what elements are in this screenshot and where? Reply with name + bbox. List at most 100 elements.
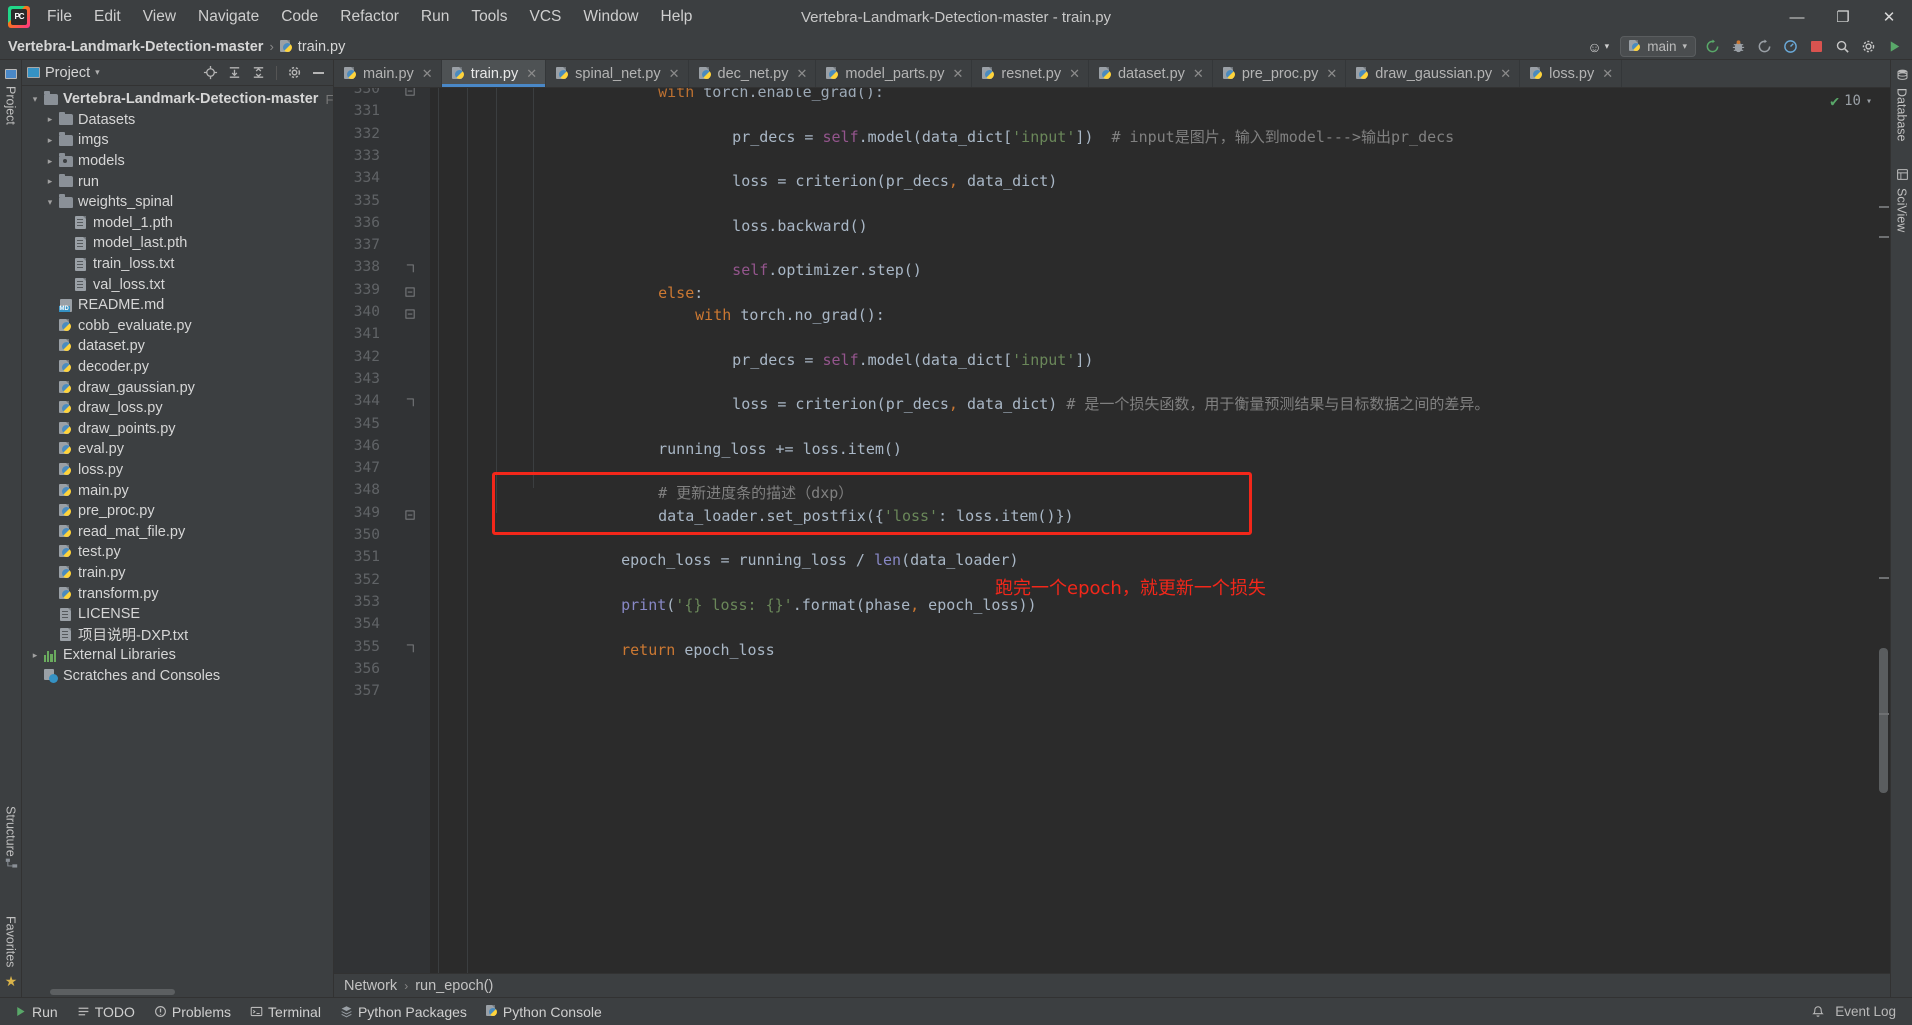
tree-item-read_mat_file.py[interactable]: read_mat_file.py (22, 521, 333, 542)
status-problems-button[interactable]: Problems (146, 1001, 239, 1023)
code-line[interactable]: with torch.no_grad(): (695, 304, 885, 326)
expand-all-icon[interactable] (225, 63, 244, 82)
close-icon[interactable]: ✕ (796, 66, 807, 82)
status-python-packages-button[interactable]: Python Packages (332, 1001, 475, 1023)
tree-item-scratchesandconsoles[interactable]: Scratches and Consoles (22, 666, 333, 687)
close-icon[interactable]: ✕ (1500, 66, 1511, 82)
hide-panel-icon[interactable] (309, 63, 328, 82)
close-icon[interactable]: ✕ (526, 66, 537, 82)
menu-item-window[interactable]: Window (572, 3, 649, 31)
gear-icon[interactable] (285, 63, 304, 82)
editor-tab-dataset[interactable]: dataset.py ✕ (1089, 60, 1213, 87)
tree-item-eval.py[interactable]: eval.py (22, 439, 333, 460)
maximize-button[interactable]: ❐ (1820, 0, 1866, 34)
editor-scrollbar[interactable] (1877, 88, 1890, 973)
tree-item-train_loss.txt[interactable]: train_loss.txt (22, 254, 333, 275)
rail-label-favorites[interactable]: Favorites (4, 916, 18, 967)
inspection-widget[interactable]: ✔ 10 ▾ (1830, 92, 1872, 110)
tree-item-cobb_evaluate.py[interactable]: cobb_evaluate.py (22, 316, 333, 337)
tree-item-draw_points.py[interactable]: draw_points.py (22, 419, 333, 440)
tree-item-draw_loss.py[interactable]: draw_loss.py (22, 398, 333, 419)
tree-item-transform.py[interactable]: transform.py (22, 583, 333, 604)
scrollbar-thumb[interactable] (50, 989, 175, 995)
collapse-all-icon[interactable] (249, 63, 268, 82)
fold-end-icon[interactable] (405, 643, 416, 655)
code-line[interactable]: data_loader.set_postfix({'loss': loss.it… (658, 505, 1073, 527)
menu-item-file[interactable]: File (36, 3, 83, 31)
code-content[interactable]: 跑完一个epoch，就更新一个损失 ✔ 10 ▾ with torch.enab… (430, 88, 1890, 973)
run-coverage-icon[interactable] (1754, 37, 1774, 57)
sciview-icon[interactable] (1894, 166, 1910, 182)
code-line[interactable]: running_loss += loss.item() (658, 438, 902, 460)
editor-tab-pre_proc[interactable]: pre_proc.py ✕ (1213, 60, 1347, 87)
tree-item-dataset.py[interactable]: dataset.py (22, 336, 333, 357)
run-configuration-selector[interactable]: main ▾ (1620, 36, 1696, 57)
menu-item-tools[interactable]: Tools (460, 3, 518, 31)
status-terminal-button[interactable]: Terminal (242, 1001, 329, 1023)
favorites-star-icon[interactable]: ★ (3, 973, 19, 989)
tree-item-models[interactable]: ▸ models (22, 151, 333, 172)
event-log-label[interactable]: Event Log (1835, 1004, 1896, 1019)
debug-icon[interactable] (1728, 37, 1748, 57)
project-title-caret-icon[interactable]: ▾ (95, 67, 100, 78)
user-account-button[interactable]: ☺ ▾ (1582, 37, 1614, 57)
rerun-icon[interactable] (1702, 37, 1722, 57)
code-line[interactable]: epoch_loss = running_loss / len(data_loa… (621, 549, 1018, 571)
tree-item-imgs[interactable]: ▸ imgs (22, 130, 333, 151)
search-icon[interactable] (1832, 37, 1852, 57)
close-icon[interactable]: ✕ (1193, 66, 1204, 82)
tree-item-run[interactable]: ▸ run (22, 171, 333, 192)
menu-item-code[interactable]: Code (270, 3, 329, 31)
chevron-right-icon[interactable]: ▸ (28, 650, 42, 661)
rail-label-project[interactable]: Project (4, 86, 18, 125)
fold-collapse-icon[interactable] (405, 510, 416, 521)
stripe-marker[interactable] (1879, 713, 1889, 715)
status-todo-button[interactable]: TODO (69, 1001, 143, 1023)
rail-label-sciview[interactable]: SciView (1895, 188, 1909, 232)
breadcrumb-project[interactable]: Vertebra-Landmark-Detection-master (8, 39, 263, 55)
editor-tab-loss[interactable]: loss.py ✕ (1520, 60, 1623, 87)
menu-item-view[interactable]: View (132, 3, 187, 31)
tree-item-model_last.pth[interactable]: model_last.pth (22, 233, 333, 254)
code-line[interactable]: self.optimizer.step() (732, 259, 922, 281)
chevron-right-icon[interactable]: ▸ (43, 135, 57, 146)
inspection-caret-icon[interactable]: ▾ (1866, 96, 1872, 107)
fold-collapse-icon[interactable] (405, 287, 416, 298)
rail-label-structure[interactable]: Structure (4, 806, 18, 857)
code-line[interactable]: loss.backward() (732, 215, 867, 237)
menu-item-refactor[interactable]: Refactor (329, 3, 410, 31)
close-button[interactable]: ✕ (1866, 0, 1912, 34)
tree-item--dxp.txt[interactable]: 项目说明-DXP.txt (22, 624, 333, 645)
code-line[interactable]: print('{} loss: {}'.format(phase, epoch_… (621, 594, 1036, 616)
chevron-right-icon[interactable]: ▸ (43, 176, 57, 187)
chevron-down-icon[interactable]: ▾ (28, 94, 42, 105)
code-line[interactable]: # 更新进度条的描述（dxp） (658, 482, 853, 504)
tree-item-vertebra-landmark-detection-master[interactable]: ▾ Vertebra-Landmark-Detection-master F:\py… (22, 89, 333, 110)
profile-icon[interactable] (1780, 37, 1800, 57)
project-horizontal-scrollbar[interactable] (22, 986, 333, 997)
menu-item-vcs[interactable]: VCS (519, 3, 573, 31)
menu-item-help[interactable]: Help (650, 3, 704, 31)
tree-item-pre_proc.py[interactable]: pre_proc.py (22, 501, 333, 522)
close-icon[interactable]: ✕ (953, 66, 964, 82)
breadcrumb-method[interactable]: run_epoch() (415, 978, 493, 994)
editor-tab-spinal_net[interactable]: spinal_net.py ✕ (546, 60, 689, 87)
breadcrumb-class[interactable]: Network (344, 978, 397, 994)
code-line[interactable]: pr_decs = self.model(data_dict['input'])… (732, 126, 1454, 148)
close-icon[interactable]: ✕ (1069, 66, 1080, 82)
editor-tab-main[interactable]: main.py ✕ (334, 60, 442, 87)
code-line[interactable]: return epoch_loss (621, 639, 775, 661)
tree-item-license[interactable]: LICENSE (22, 604, 333, 625)
rail-label-database[interactable]: Database (1895, 88, 1909, 142)
fold-collapse-icon[interactable] (405, 309, 416, 320)
chevron-right-icon[interactable]: ▸ (43, 156, 57, 167)
fold-collapse-icon[interactable] (405, 88, 416, 97)
editor-tab-draw_gaussian[interactable]: draw_gaussian.py ✕ (1346, 60, 1521, 87)
locate-icon[interactable] (201, 63, 220, 82)
status-run-button[interactable]: Run (6, 1001, 66, 1023)
code-line[interactable]: loss = criterion(pr_decs, data_dict) (732, 170, 1057, 192)
code-line[interactable]: else: (658, 282, 703, 304)
ide-play-icon[interactable] (1884, 37, 1904, 57)
stripe-marker[interactable] (1879, 236, 1889, 238)
tree-item-draw_gaussian.py[interactable]: draw_gaussian.py (22, 377, 333, 398)
